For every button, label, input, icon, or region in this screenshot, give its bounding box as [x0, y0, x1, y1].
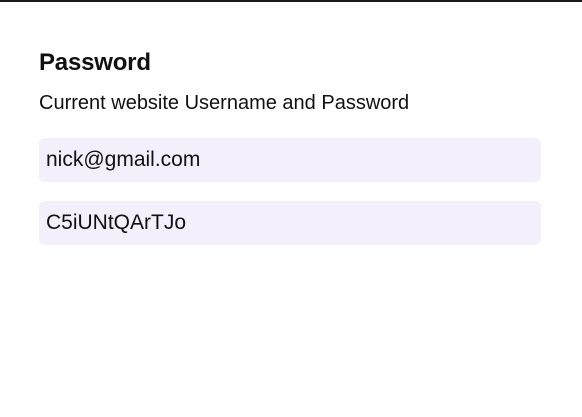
username-input[interactable]: [39, 138, 541, 182]
password-input[interactable]: [39, 201, 541, 245]
panel-title: Password: [39, 49, 151, 76]
top-border-divider: [0, 0, 582, 2]
panel-subtitle: Current website Username and Password: [39, 92, 410, 114]
